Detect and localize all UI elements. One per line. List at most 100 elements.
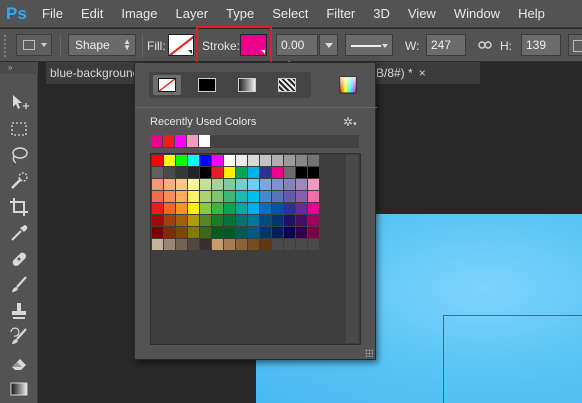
color-swatch[interactable]	[188, 167, 200, 179]
color-swatch[interactable]	[272, 239, 284, 251]
color-swatch[interactable]	[188, 155, 200, 167]
color-swatch[interactable]	[284, 191, 296, 203]
color-swatch[interactable]	[296, 179, 308, 191]
color-swatch[interactable]	[260, 215, 272, 227]
color-swatch[interactable]	[188, 203, 200, 215]
color-swatch[interactable]	[272, 215, 284, 227]
color-swatch[interactable]	[200, 179, 212, 191]
color-swatch[interactable]	[224, 227, 236, 239]
color-swatch[interactable]	[248, 239, 260, 251]
tools-panel-header[interactable]: »	[0, 62, 38, 74]
color-swatch[interactable]	[236, 227, 248, 239]
color-swatch[interactable]	[176, 179, 188, 191]
stroke-type-select[interactable]	[345, 34, 393, 56]
close-icon[interactable]: ×	[419, 66, 426, 80]
menu-view[interactable]: View	[408, 6, 436, 21]
color-swatch[interactable]	[164, 155, 176, 167]
color-swatch[interactable]	[164, 203, 176, 215]
color-swatch[interactable]	[248, 167, 260, 179]
history-brush-tool-icon[interactable]	[8, 326, 30, 348]
color-swatch[interactable]	[212, 203, 224, 215]
color-swatch[interactable]	[164, 215, 176, 227]
color-swatch[interactable]	[152, 203, 164, 215]
menu-select[interactable]: Select	[272, 6, 308, 21]
gradient-tool-icon[interactable]	[8, 378, 30, 400]
resize-handle-icon[interactable]	[365, 349, 373, 357]
color-swatch[interactable]	[212, 155, 224, 167]
menu-file[interactable]: File	[42, 6, 63, 21]
color-swatch[interactable]	[260, 167, 272, 179]
quick-selection-tool-icon[interactable]	[8, 170, 30, 192]
color-swatch[interactable]	[176, 167, 188, 179]
color-swatch[interactable]	[272, 179, 284, 191]
menu-help[interactable]: Help	[518, 6, 545, 21]
gear-icon[interactable]: ✲▾	[343, 115, 359, 129]
tool-mode-select[interactable]: Shape ▲ ▼	[68, 34, 136, 56]
color-swatch[interactable]	[296, 155, 308, 167]
color-swatch[interactable]	[284, 215, 296, 227]
color-swatch[interactable]	[224, 179, 236, 191]
shape-bounding-rectangle[interactable]	[443, 315, 582, 403]
recent-color-swatch[interactable]	[163, 135, 175, 147]
color-swatch[interactable]	[200, 191, 212, 203]
menu-filter[interactable]: Filter	[326, 6, 355, 21]
color-swatch[interactable]	[176, 191, 188, 203]
stroke-width-dropdown[interactable]	[319, 34, 338, 56]
color-swatch[interactable]	[188, 239, 200, 251]
crop-tool-icon[interactable]	[8, 196, 30, 218]
color-swatch[interactable]	[284, 227, 296, 239]
path-operations-button[interactable]	[568, 34, 582, 56]
color-swatch[interactable]	[152, 215, 164, 227]
color-swatch[interactable]	[236, 191, 248, 203]
link-icon[interactable]	[478, 39, 492, 51]
healing-brush-tool-icon[interactable]	[8, 248, 30, 270]
color-swatch[interactable]	[296, 215, 308, 227]
pattern-button[interactable]	[273, 75, 301, 95]
height-input[interactable]: 139 px	[521, 34, 561, 72]
color-swatch[interactable]	[176, 239, 188, 251]
color-swatch[interactable]	[308, 167, 320, 179]
color-swatch[interactable]	[248, 215, 260, 227]
color-swatch[interactable]	[272, 155, 284, 167]
color-swatch[interactable]	[260, 227, 272, 239]
color-swatch[interactable]	[212, 215, 224, 227]
color-swatch[interactable]	[308, 155, 320, 167]
color-swatch[interactable]	[248, 191, 260, 203]
color-swatch[interactable]	[272, 191, 284, 203]
color-swatch[interactable]	[188, 179, 200, 191]
color-swatch[interactable]	[212, 239, 224, 251]
document-tab[interactable]: blue-background	[46, 62, 136, 84]
color-swatch[interactable]	[152, 227, 164, 239]
menu-3d[interactable]: 3D	[373, 6, 390, 21]
color-swatch[interactable]	[236, 215, 248, 227]
color-swatch[interactable]	[296, 191, 308, 203]
color-swatch[interactable]	[236, 239, 248, 251]
color-swatch[interactable]	[248, 227, 260, 239]
color-swatch[interactable]	[272, 227, 284, 239]
color-swatch[interactable]	[176, 215, 188, 227]
eraser-tool-icon[interactable]	[8, 352, 30, 374]
color-swatch[interactable]	[248, 179, 260, 191]
tool-preset-picker[interactable]	[16, 34, 52, 56]
color-swatch[interactable]	[248, 203, 260, 215]
color-swatch[interactable]	[248, 155, 260, 167]
move-tool-icon[interactable]	[8, 92, 30, 114]
color-swatch[interactable]	[188, 215, 200, 227]
color-swatch[interactable]	[236, 155, 248, 167]
marquee-tool-icon[interactable]	[8, 118, 30, 140]
options-bar-grip[interactable]	[3, 34, 7, 58]
fill-swatch-none[interactable]	[168, 34, 194, 56]
color-swatch[interactable]	[164, 227, 176, 239]
width-input[interactable]: 247 px	[426, 34, 466, 72]
menu-edit[interactable]: Edit	[81, 6, 103, 21]
color-swatch[interactable]	[236, 167, 248, 179]
color-swatch[interactable]	[260, 203, 272, 215]
color-swatch[interactable]	[284, 179, 296, 191]
color-swatch[interactable]	[212, 179, 224, 191]
color-swatch[interactable]	[284, 203, 296, 215]
color-swatch[interactable]	[188, 227, 200, 239]
color-swatch[interactable]	[212, 167, 224, 179]
color-swatch[interactable]	[224, 215, 236, 227]
document-tab-title-suffix[interactable]: B/8#) * ×	[374, 62, 480, 84]
color-swatch[interactable]	[308, 191, 320, 203]
